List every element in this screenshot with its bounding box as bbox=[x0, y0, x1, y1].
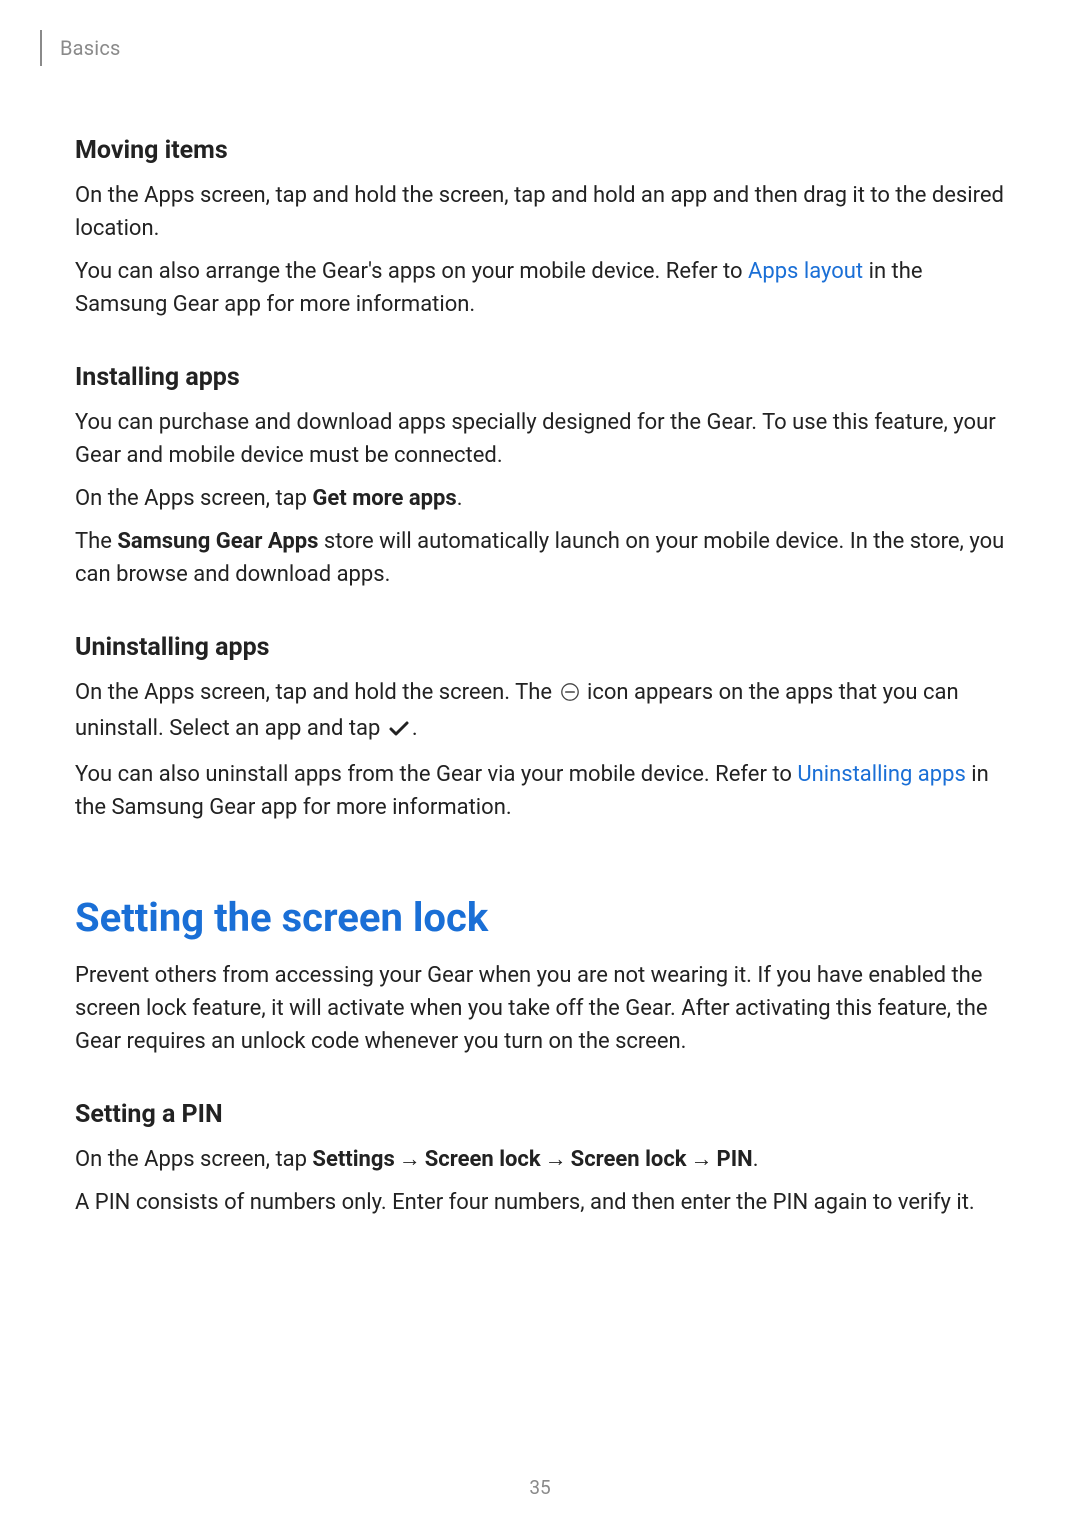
text-fragment: . bbox=[412, 716, 418, 741]
text-fragment: You can also arrange the Gear's apps on … bbox=[75, 259, 748, 284]
arrow-icon: → bbox=[691, 1143, 713, 1176]
subheading-installing-apps: Installing apps bbox=[75, 363, 1005, 392]
header-divider bbox=[40, 30, 42, 66]
uninstalling-apps-paragraph-1: On the Apps screen, tap and hold the scr… bbox=[75, 676, 1005, 748]
text-fragment: . bbox=[457, 486, 463, 511]
arrow-icon: → bbox=[545, 1143, 567, 1176]
remove-circle-icon bbox=[560, 679, 580, 712]
subheading-setting-pin: Setting a PIN bbox=[75, 1100, 1005, 1129]
bold-screen-lock-2: Screen lock bbox=[571, 1147, 687, 1172]
checkmark-icon bbox=[388, 715, 410, 748]
setting-pin-paragraph-2: A PIN consists of numbers only. Enter fo… bbox=[75, 1186, 1005, 1219]
bold-settings: Settings bbox=[312, 1147, 394, 1172]
installing-apps-paragraph-1: You can purchase and download apps speci… bbox=[75, 406, 1005, 472]
setting-pin-paragraph-1: On the Apps screen, tap Settings→Screen … bbox=[75, 1143, 1005, 1176]
bold-screen-lock-1: Screen lock bbox=[425, 1147, 541, 1172]
text-fragment: . bbox=[753, 1147, 759, 1172]
arrow-icon: → bbox=[399, 1143, 421, 1176]
link-uninstalling-apps[interactable]: Uninstalling apps bbox=[797, 762, 965, 787]
subheading-uninstalling-apps: Uninstalling apps bbox=[75, 633, 1005, 662]
text-fragment: On the Apps screen, tap bbox=[75, 486, 312, 511]
screen-lock-intro: Prevent others from accessing your Gear … bbox=[75, 959, 1005, 1058]
subheading-moving-items: Moving items bbox=[75, 136, 1005, 165]
bold-get-more-apps: Get more apps bbox=[312, 486, 456, 511]
bold-samsung-gear-apps: Samsung Gear Apps bbox=[117, 529, 318, 554]
text-fragment: On the Apps screen, tap and hold the scr… bbox=[75, 680, 558, 705]
moving-items-paragraph-1: On the Apps screen, tap and hold the scr… bbox=[75, 179, 1005, 245]
section-title-screen-lock: Setting the screen lock bbox=[75, 894, 1005, 941]
section-breadcrumb: Basics bbox=[60, 36, 121, 60]
moving-items-paragraph-2: You can also arrange the Gear's apps on … bbox=[75, 255, 1005, 321]
link-apps-layout[interactable]: Apps layout bbox=[748, 259, 863, 284]
text-fragment: On the Apps screen, tap bbox=[75, 1147, 312, 1172]
bold-pin: PIN bbox=[717, 1147, 753, 1172]
text-fragment: The bbox=[75, 529, 117, 554]
document-page: Basics Moving items On the Apps screen, … bbox=[0, 0, 1080, 1527]
text-fragment: You can also uninstall apps from the Gea… bbox=[75, 762, 797, 787]
installing-apps-paragraph-3: The Samsung Gear Apps store will automat… bbox=[75, 525, 1005, 591]
page-number: 35 bbox=[0, 1476, 1080, 1499]
installing-apps-paragraph-2: On the Apps screen, tap Get more apps. bbox=[75, 482, 1005, 515]
uninstalling-apps-paragraph-2: You can also uninstall apps from the Gea… bbox=[75, 758, 1005, 824]
page-header: Basics bbox=[40, 30, 1005, 66]
